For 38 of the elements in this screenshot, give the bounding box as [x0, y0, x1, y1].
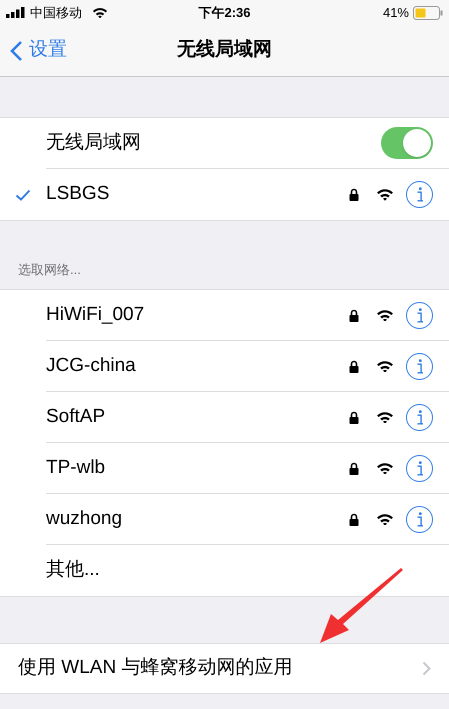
info-icon — [416, 410, 424, 424]
signal-icon — [6, 7, 26, 18]
chevron-right-icon — [422, 661, 431, 676]
info-icon — [416, 358, 424, 374]
lock-icon — [349, 360, 359, 372]
lock-icon — [349, 410, 359, 424]
info-button[interactable] — [406, 454, 433, 482]
lock-icon — [349, 188, 359, 201]
section-header: 选取网络... — [18, 260, 81, 278]
info-button[interactable] — [406, 404, 433, 430]
info-icon — [416, 460, 424, 476]
info-button[interactable] — [406, 506, 433, 532]
info-icon — [416, 512, 424, 526]
page-title: 无线局域网 — [177, 38, 272, 62]
info-icon — [416, 308, 424, 322]
back-button[interactable]: 设置 — [0, 36, 67, 65]
wifi-status-icon — [92, 6, 108, 18]
wifi-icon — [376, 360, 394, 372]
carrier-name: 中国移动 — [30, 4, 82, 22]
info-button[interactable] — [406, 352, 433, 380]
clock-time: 下午2:36 — [198, 4, 251, 22]
lock-icon — [349, 462, 359, 474]
wifi-icon — [376, 512, 394, 526]
info-icon — [416, 187, 424, 202]
battery-percentage: 41% — [382, 4, 409, 22]
wifi-icon — [376, 462, 394, 474]
battery-icon — [413, 6, 443, 20]
lock-icon — [349, 308, 359, 322]
chevron-left-icon — [10, 40, 23, 62]
other-network-item[interactable]: 其他... — [46, 556, 100, 585]
lock-icon — [349, 512, 359, 526]
info-button[interactable] — [406, 302, 433, 328]
wifi-toggle-switch[interactable] — [381, 127, 433, 159]
wifi-icon — [376, 410, 394, 424]
wifi-icon — [376, 308, 394, 322]
wifi-toggle-label: 无线局域网 — [46, 130, 142, 155]
wifi-icon — [376, 188, 394, 201]
info-button[interactable] — [406, 181, 433, 208]
